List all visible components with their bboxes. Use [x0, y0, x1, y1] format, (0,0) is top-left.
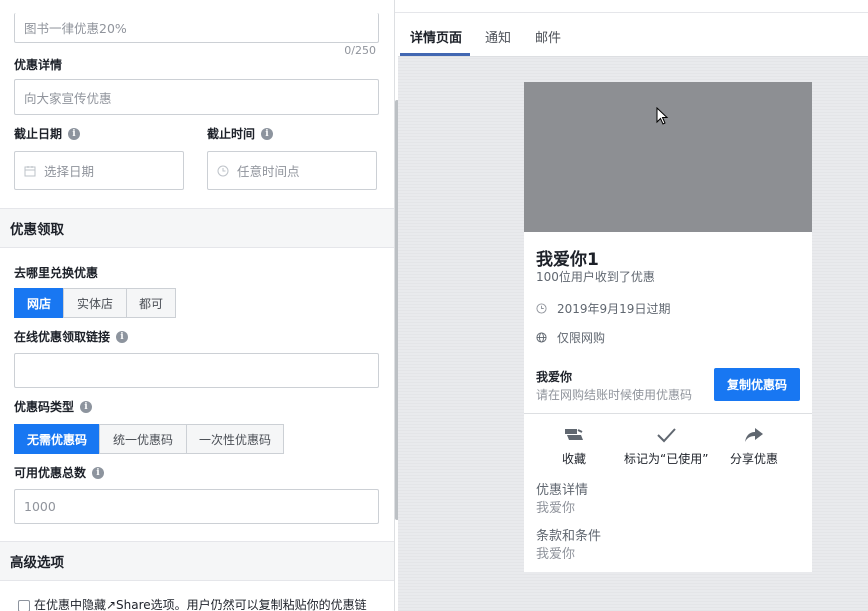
clock-icon: [217, 165, 229, 176]
where-label: 去哪里兑换优惠: [14, 266, 99, 280]
scope-text: 仅限网购: [557, 331, 606, 345]
expiry-row: 2019年9月19日过期: [536, 300, 670, 317]
time-picker[interactable]: 任意时间点: [207, 151, 377, 190]
date-picker[interactable]: 选择日期: [14, 151, 184, 190]
tab-notification[interactable]: 通知: [485, 27, 511, 46]
redeem-section-header: 优惠领取: [0, 208, 394, 248]
total-placeholder: 1000: [24, 499, 56, 514]
save-action[interactable]: 收藏: [562, 426, 586, 467]
time-placeholder: 任意时间点: [237, 164, 300, 179]
mark-used-action[interactable]: 标记为“已使用”: [624, 426, 708, 467]
details-placeholder: 向大家宣传优惠: [24, 90, 112, 106]
save-label: 收藏: [562, 452, 587, 466]
mark-used-label: 标记为“已使用”: [624, 452, 709, 466]
terms-value: 我爱你: [536, 547, 576, 562]
link-input[interactable]: [14, 353, 379, 388]
link-label: 在线优惠领取链接 i: [14, 328, 129, 345]
info-icon[interactable]: i: [68, 127, 81, 140]
expiry-text: 2019年9月19日过期: [557, 302, 671, 316]
option-store[interactable]: 实体店: [63, 288, 127, 318]
tab-details-page[interactable]: 详情页面: [410, 27, 462, 46]
offer-preview-card: 我爱你1 100位用户收到了优惠 2019年9月19日过期 仅限网购 我爱你 请…: [524, 82, 812, 572]
hide-share-label: 在优惠中隐藏↗Share选项。用户仍然可以复制粘贴你的优惠链: [34, 598, 367, 611]
active-tab-indicator: [400, 53, 470, 56]
total-input[interactable]: 1000: [14, 489, 379, 524]
save-icon: [565, 429, 583, 440]
end-date-label: 截止日期 i: [14, 125, 81, 142]
share-label: 分享优惠: [730, 452, 779, 466]
option-online[interactable]: 网店: [14, 288, 64, 318]
code-type-segmented-control: 无需优惠码 统一优惠码 一次性优惠码: [14, 424, 284, 454]
terms-heading: 条款和条件: [536, 529, 602, 544]
globe-icon: [536, 332, 547, 343]
info-icon[interactable]: i: [92, 466, 105, 479]
scope-row: 仅限网购: [536, 329, 605, 346]
end-time-label: 截止时间 i: [207, 125, 274, 142]
preview-tabs: 详情页面 通知 邮件: [398, 13, 868, 57]
share-icon: [745, 428, 763, 442]
calendar-icon: [24, 165, 36, 176]
copy-code-button[interactable]: 复制优惠码: [714, 368, 800, 401]
offer-title-value: 图书一律优惠20%: [24, 21, 127, 36]
option-unique-codes[interactable]: 一次性优惠码: [186, 424, 284, 454]
info-icon[interactable]: i: [116, 330, 129, 343]
info-icon[interactable]: i: [261, 127, 274, 140]
details-value: 我爱你: [536, 501, 576, 516]
details-heading: 优惠详情: [536, 483, 589, 498]
advanced-section-header: 高级选项: [0, 541, 394, 581]
option-single-code[interactable]: 统一优惠码: [99, 424, 187, 454]
code-hint: 请在网购结账时候使用优惠码: [536, 388, 693, 402]
card-divider: [524, 413, 812, 414]
code-title: 我爱你: [536, 370, 573, 384]
details-label: 优惠详情: [14, 58, 63, 72]
where-segmented-control: 网店 实体店 都可: [14, 288, 176, 318]
mouse-cursor-icon: [656, 107, 669, 125]
hide-share-checkbox[interactable]: [18, 600, 30, 611]
cover-image: [524, 82, 812, 232]
option-no-code[interactable]: 无需优惠码: [14, 424, 100, 454]
details-input[interactable]: 向大家宣传优惠: [14, 79, 379, 115]
checkmark-icon: [657, 428, 676, 443]
claimed-count: 100位用户收到了优惠: [536, 270, 655, 284]
share-action[interactable]: 分享优惠: [730, 426, 778, 467]
code-type-label: 优惠码类型 i: [14, 398, 93, 415]
option-both[interactable]: 都可: [126, 288, 176, 318]
clock-icon: [536, 303, 547, 314]
preview-panel: 详情页面 通知 邮件 我爱你1 100位用户收到了优惠 2019年9月19日过期…: [398, 13, 868, 611]
offer-title-input[interactable]: 图书一律优惠20%: [14, 13, 379, 43]
date-placeholder: 选择日期: [44, 164, 95, 179]
offer-title: 我爱你1: [536, 250, 599, 270]
tab-email[interactable]: 邮件: [535, 27, 561, 46]
char-counter: 0/250: [344, 44, 376, 57]
total-label: 可用优惠总数 i: [14, 464, 105, 481]
offer-form-panel: 图书一律优惠20% 0/250 优惠详情 向大家宣传优惠 截止日期 i 截止时间…: [0, 0, 395, 611]
info-icon[interactable]: i: [80, 400, 93, 413]
